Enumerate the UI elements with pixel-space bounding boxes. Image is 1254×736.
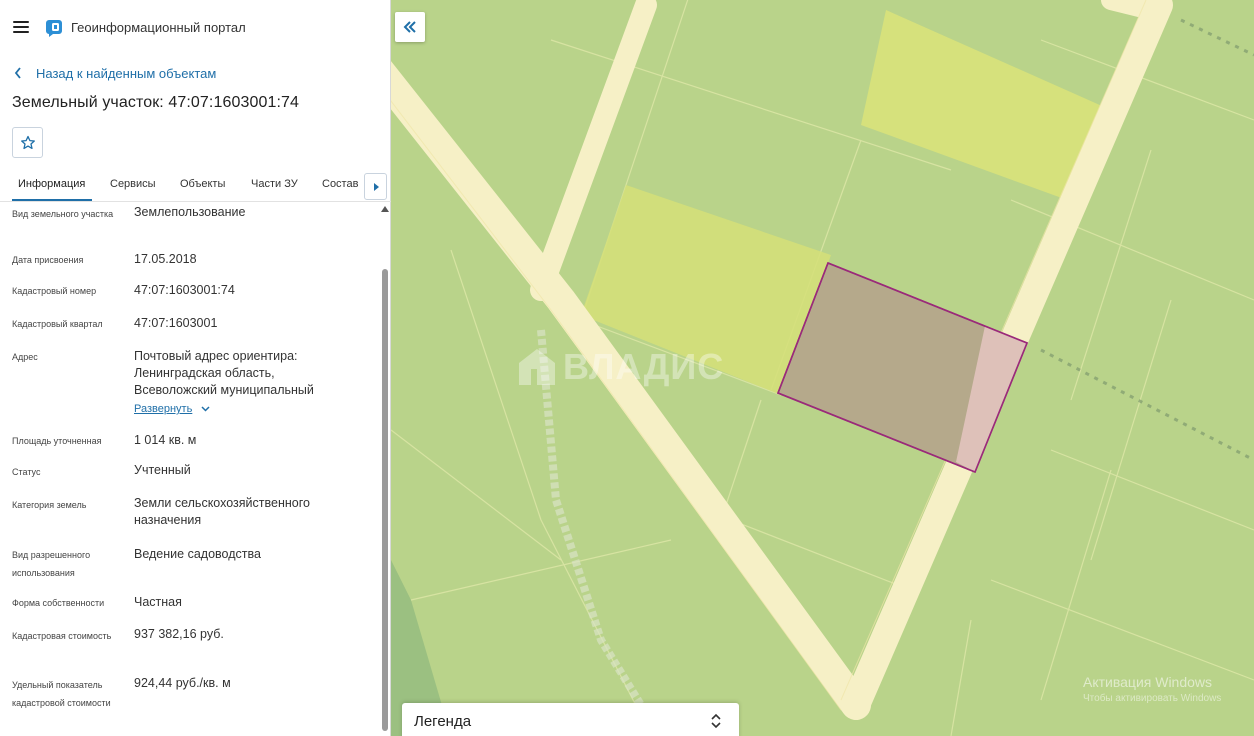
active-tab-indicator — [12, 199, 92, 201]
property-label: Вид земельного участка — [12, 209, 114, 219]
top-bar: Геоинформационный портал — [0, 0, 391, 56]
property-value: Почтовый адрес ориентира: Ленинградская … — [134, 349, 314, 397]
chevron-left-icon — [14, 67, 21, 79]
windows-activation-subtitle: Чтобы активировать Windows — [1083, 693, 1222, 704]
property-label: Форма собственности — [12, 598, 105, 608]
expand-label: Развернуть — [134, 403, 193, 415]
expand-address-link[interactable]: Развернуть — [134, 403, 210, 415]
tab-parts[interactable]: Части ЗУ — [251, 178, 298, 190]
double-chevron-left-icon — [403, 21, 416, 33]
star-icon — [20, 135, 35, 149]
property-value: Частная — [134, 595, 182, 609]
object-title: Земельный участок: 47:07:1603001:74 — [12, 94, 300, 111]
property-value: 937 382,16 руб. — [134, 627, 224, 641]
windows-activation-title: Активация Windows — [1083, 674, 1213, 690]
watermark-text: ВЛАДИС — [563, 346, 725, 387]
property-label: Кадастровая стоимость — [12, 631, 112, 641]
app-title: Геоинформационный портал — [71, 20, 246, 35]
chevron-down-icon — [201, 406, 210, 412]
up-down-arrows-icon — [711, 713, 721, 729]
tab-services[interactable]: Сервисы — [110, 178, 156, 190]
caret-right-icon — [373, 182, 379, 191]
info-panel: Геоинформационный портал Назад к найденн… — [0, 0, 391, 736]
property-value: 47:07:1603001 — [134, 316, 218, 330]
tab-composition[interactable]: Состав — [322, 178, 358, 190]
tab-objects[interactable]: Объекты — [180, 178, 225, 190]
scroll-up-arrow-icon[interactable] — [381, 206, 389, 212]
tab-information[interactable]: Информация — [18, 178, 85, 190]
back-to-results-link[interactable]: Назад к найденным объектам — [14, 64, 216, 82]
property-label: Адрес — [12, 352, 38, 362]
property-label: Кадастровый номер — [12, 286, 97, 296]
tab-bar: Информация Сервисы Объекты Части ЗУ Сост… — [0, 170, 391, 202]
collapse-panel-button[interactable] — [395, 12, 425, 42]
property-value: 47:07:1603001:74 — [134, 283, 235, 297]
property-label: Кадастровый квартал — [12, 319, 103, 329]
scrollbar-thumb[interactable] — [382, 269, 388, 731]
property-value: Ведение садоводства — [134, 547, 261, 561]
legend-label: Легенда — [414, 713, 472, 730]
tabs-scroll-right-button[interactable] — [364, 173, 387, 200]
property-value: 1 014 кв. м — [134, 433, 197, 447]
favorite-button[interactable] — [12, 127, 43, 158]
property-value: 924,44 руб./кв. м — [134, 676, 231, 690]
property-label: Вид разрешенного использования — [12, 550, 91, 578]
watermark: ВЛАДИС — [515, 345, 724, 389]
property-label: Категория земель — [12, 500, 87, 510]
property-label: Площадь уточненная — [12, 436, 102, 446]
back-link-label: Назад к найденным объектам — [36, 65, 217, 81]
property-value: 17.05.2018 — [134, 252, 197, 266]
property-label: Дата присвоения — [12, 255, 84, 265]
property-value: Учтенный — [134, 463, 191, 477]
properties-list: Вид земельного участка Землепользование … — [0, 203, 378, 736]
property-value: Землепользование — [134, 205, 246, 219]
properties-scrollbar[interactable] — [378, 203, 391, 736]
property-value: Земли сельскохозяйственного назначения — [134, 496, 310, 527]
property-label: Статус — [12, 467, 41, 477]
house-logo-icon — [519, 349, 555, 385]
property-label: Удельный показатель кадастровой стоимост… — [12, 680, 111, 708]
legend-panel[interactable]: Легенда — [402, 703, 739, 736]
hamburger-menu-icon[interactable] — [13, 21, 29, 34]
portal-logo-icon — [46, 20, 62, 37]
